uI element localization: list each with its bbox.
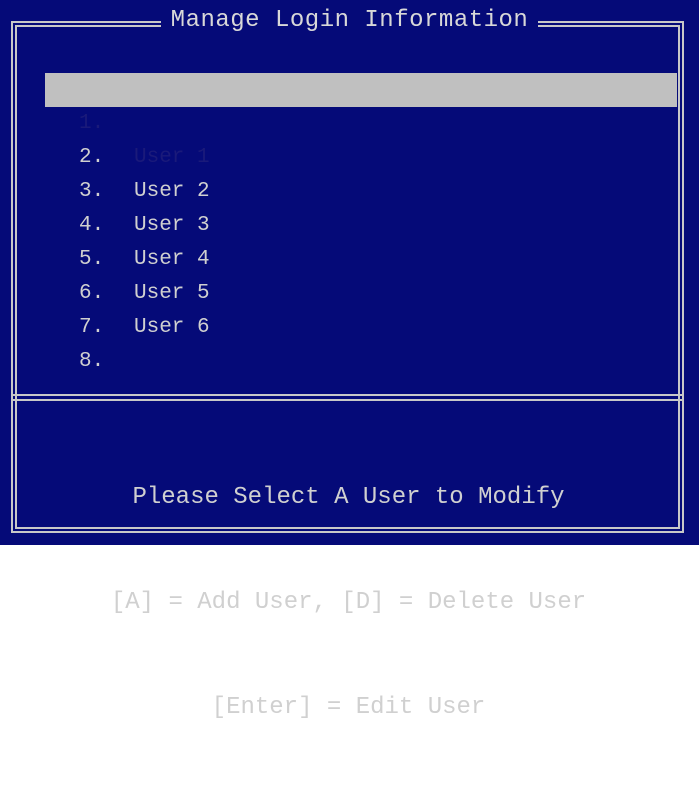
user-slot-6[interactable]: 6. User 6 [45, 243, 677, 339]
user-slot-2[interactable]: 2. User 2 [45, 107, 677, 203]
section-divider-top [11, 394, 684, 396]
user-slot-5[interactable]: 5. User 5 [45, 209, 677, 305]
user-slot-8[interactable]: 8. [45, 311, 677, 373]
user-slot-4[interactable]: 4. User 4 [45, 175, 677, 271]
user-slot-number: 8. [79, 350, 105, 373]
user-slot-3[interactable]: 3. User 3 [45, 141, 677, 237]
section-divider-bottom [11, 399, 684, 401]
user-list: 1. User 1 2. User 2 3. User 3 4. User 4 … [45, 73, 677, 373]
help-add-delete-keys: [A] = Add User, [D] = Delete User [110, 589, 587, 616]
help-panel: Please Select A User to Modify [A] = Add… [13, 410, 684, 795]
user-slot-1[interactable]: 1. User 1 [45, 73, 677, 169]
help-select-prompt: Please Select A User to Modify [132, 484, 565, 511]
help-edit-key: [Enter] = Edit User [211, 694, 486, 721]
login-manager-screen: Manage Login Information 1. User 1 2. Us… [0, 0, 699, 721]
user-slot-7[interactable]: 7. [45, 277, 677, 339]
